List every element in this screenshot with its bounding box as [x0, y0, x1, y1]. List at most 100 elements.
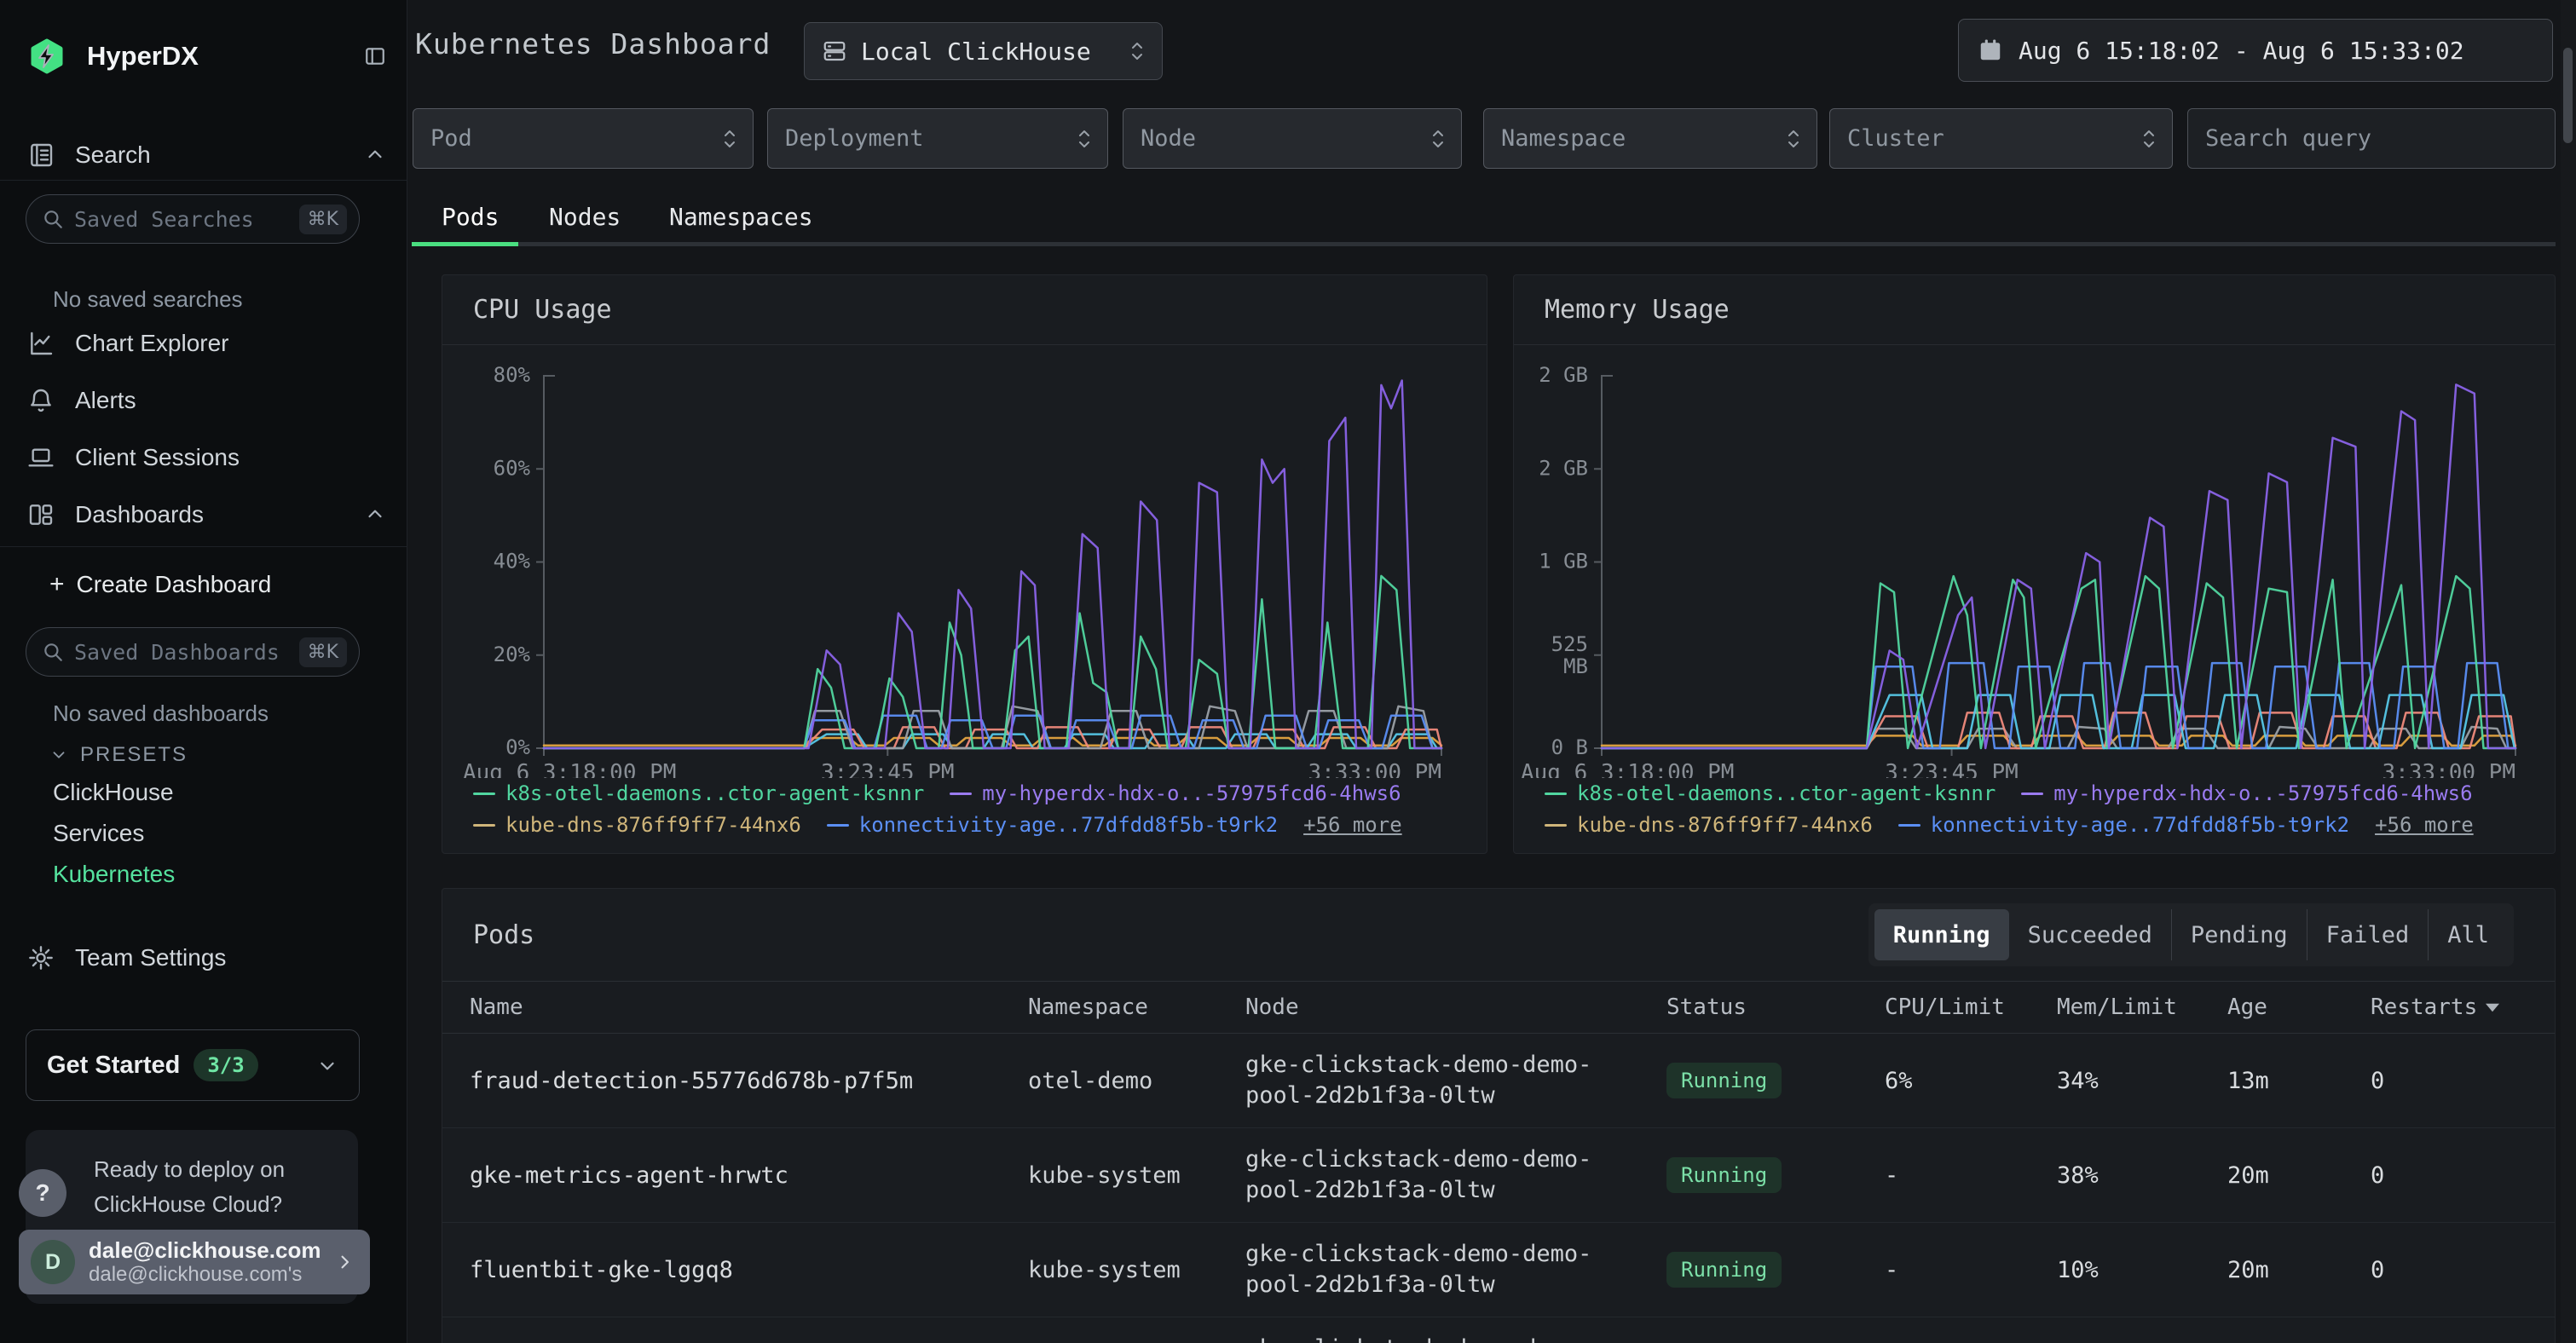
status-badge: Running — [1666, 1063, 1782, 1098]
filter-select-deployment[interactable]: Deployment — [767, 108, 1108, 169]
memory-panel-title: Memory Usage — [1545, 295, 1730, 325]
select-chevrons-icon — [1784, 126, 1803, 152]
preset-label: ClickHouse — [53, 779, 174, 806]
chevron-up-icon[interactable] — [364, 144, 386, 166]
sidebar-preset-kubernetes[interactable]: Kubernetes — [53, 856, 175, 893]
legend-item[interactable]: konnectivity-age..77dfdd8f5b-t9rk2 — [1898, 810, 2349, 841]
promo-line-2: ClickHouse Cloud? — [94, 1187, 285, 1222]
sidebar-item-client-sessions[interactable]: Client Sessions — [27, 437, 386, 478]
legend-item[interactable]: kube-dns-876ff9ff7-44nx6 — [473, 810, 801, 841]
laptop-icon — [27, 444, 55, 471]
filter-select-pod[interactable]: Pod — [413, 108, 754, 169]
cell-node: gke-clickstack-demo-demo- pool-2d2b1f3a-… — [1245, 1050, 1666, 1111]
series-line — [1602, 384, 2515, 748]
sidebar-preset-clickhouse[interactable]: ClickHouse — [53, 774, 174, 811]
status-filter-pending[interactable]: Pending — [2171, 909, 2307, 960]
collapse-sidebar-icon[interactable] — [364, 45, 386, 67]
tab-active-indicator — [412, 242, 518, 246]
hyperdx-logo-icon — [27, 37, 66, 76]
tab-nodes[interactable]: Nodes — [549, 193, 621, 240]
column-header-node[interactable]: Node — [1245, 994, 1666, 1020]
column-header-mem-limit[interactable]: Mem/Limit — [2057, 994, 2227, 1020]
gear-icon — [27, 944, 55, 971]
column-header-age[interactable]: Age — [2227, 994, 2371, 1020]
legend-label: kube-dns-876ff9ff7-44nx6 — [1577, 810, 1873, 841]
data-source-value: Local ClickHouse — [861, 37, 1091, 66]
table-row[interactable]: fluentbit-gke-lggq8kube-systemgke-clicks… — [442, 1223, 2555, 1317]
column-header-namespace[interactable]: Namespace — [1028, 994, 1245, 1020]
legend-more-link[interactable]: +56 more — [1303, 810, 1402, 841]
saved-dashboards-field[interactable] — [74, 640, 289, 665]
legend-item[interactable]: my-hyperdx-hdx-o..-57975fcd6-4hws6 — [950, 778, 1401, 810]
legend-item[interactable]: konnectivity-age..77dfdd8f5b-t9rk2 — [827, 810, 1278, 841]
table-row[interactable]: gke-clickstack-demo-demo- pool-2d2b1f3a-… — [442, 1317, 2555, 1343]
status-filter-all[interactable]: All — [2428, 909, 2508, 960]
status-filter-succeeded[interactable]: Succeeded — [2009, 909, 2171, 960]
cell-cpu-limit: 6% — [1885, 1068, 2057, 1094]
cell-status: Running — [1666, 1157, 1885, 1193]
y-tick-label: 0% — [505, 735, 530, 759]
chevron-right-icon — [334, 1251, 356, 1273]
y-tick-label: 40% — [494, 550, 531, 574]
legend-item[interactable]: k8s-otel-daemons..ctor-agent-ksnnr — [1545, 778, 1996, 810]
sidebar-item-label: Dashboards — [75, 501, 204, 528]
sidebar-preset-services[interactable]: Services — [53, 815, 144, 852]
chevron-up-icon[interactable] — [364, 504, 386, 526]
series-line — [544, 738, 1441, 746]
scrollbar-thumb[interactable] — [2563, 48, 2573, 143]
column-header-restarts[interactable]: Restarts — [2371, 994, 2527, 1020]
legend-row: k8s-otel-daemons..ctor-agent-ksnnr my-hyp… — [473, 778, 1402, 810]
saved-dashboards-input[interactable]: ⌘K — [26, 627, 360, 677]
sidebar-item-dashboards[interactable]: Dashboards — [27, 494, 386, 535]
presets-section-toggle[interactable]: PRESETS — [49, 740, 188, 770]
filter-label: Namespace — [1501, 125, 1626, 152]
calendar-icon — [1978, 37, 2003, 63]
column-header-name[interactable]: Name — [470, 994, 1028, 1020]
status-filter-failed[interactable]: Failed — [2307, 909, 2429, 960]
user-account-button[interactable]: D dale@clickhouse.com dale@clickhouse.co… — [19, 1230, 370, 1294]
search-icon — [42, 208, 64, 230]
y-tick-label: 20% — [494, 643, 531, 666]
cell-cpu-limit: - — [1885, 1162, 2057, 1189]
cpu-chart-canvas[interactable]: 80%60%40%20%0%Aug 6 3:18:00 PM3:23:45 PM… — [442, 345, 1488, 778]
create-dashboard-button[interactable]: + Create Dashboard + Create Dashboard — [49, 564, 386, 605]
cell-age: 20m — [2227, 1162, 2371, 1189]
pod-status-filter: RunningSucceededPendingFailedAll — [1868, 903, 2514, 966]
filter-select-cluster[interactable]: Cluster — [1829, 108, 2173, 169]
sidebar-item-chart-explorer[interactable]: Chart Explorer — [27, 323, 386, 364]
search-nav-icon — [27, 141, 55, 169]
search-query-input[interactable] — [2187, 108, 2556, 169]
saved-searches-field[interactable] — [74, 207, 289, 232]
table-row[interactable]: gke-metrics-agent-hrwtckube-systemgke-cl… — [442, 1128, 2555, 1223]
column-header-cpu-limit[interactable]: CPU/Limit — [1885, 994, 2057, 1020]
tab-namespaces[interactable]: Namespaces — [669, 193, 813, 240]
y-tick-label: 0 B — [1551, 735, 1588, 759]
y-tick-label: 80% — [494, 363, 531, 387]
help-button[interactable]: ? — [19, 1169, 66, 1217]
preset-label: Services — [53, 820, 144, 847]
cloud-promo-text: Ready to deploy on ClickHouse Cloud? — [94, 1152, 285, 1222]
get-started-button[interactable]: Get Started 3/3 — [26, 1029, 360, 1101]
legend-dash-icon — [473, 824, 495, 827]
table-row[interactable]: fraud-detection-55776d678b-p7f5motel-dem… — [442, 1034, 2555, 1128]
saved-searches-input[interactable]: ⌘K — [26, 194, 360, 244]
memory-chart-canvas[interactable]: 2 GB2 GB1 GB525MB0 BAug 6 3:18:00 PM3:23… — [1514, 345, 2556, 778]
table-body: fraud-detection-55776d678b-p7f5motel-dem… — [442, 1034, 2555, 1343]
sidebar-item-alerts[interactable]: Alerts — [27, 380, 386, 421]
y-tick-label: 60% — [494, 456, 531, 480]
filter-select-node[interactable]: Node — [1123, 108, 1462, 169]
legend-more-link[interactable]: +56 more — [2375, 810, 2474, 841]
legend-item[interactable]: kube-dns-876ff9ff7-44nx6 — [1545, 810, 1873, 841]
tab-pods[interactable]: Pods — [442, 193, 499, 240]
legend-item[interactable]: k8s-otel-daemons..ctor-agent-ksnnr — [473, 778, 924, 810]
status-filter-running[interactable]: Running — [1874, 909, 2009, 960]
sidebar-item-search[interactable]: Search — [27, 135, 386, 176]
sidebar-item-team-settings[interactable]: Team Settings — [27, 937, 386, 978]
date-range-picker[interactable]: Aug 6 15:18:02 - Aug 6 15:33:02 — [1958, 19, 2553, 82]
cell-mem-limit: 10% — [2057, 1257, 2227, 1283]
column-header-status[interactable]: Status — [1666, 994, 1885, 1020]
filter-select-namespace[interactable]: Namespace — [1483, 108, 1817, 169]
data-source-select[interactable]: Local ClickHouse — [804, 22, 1163, 80]
avatar: D — [31, 1240, 75, 1284]
legend-item[interactable]: my-hyperdx-hdx-o..-57975fcd6-4hws6 — [2021, 778, 2472, 810]
